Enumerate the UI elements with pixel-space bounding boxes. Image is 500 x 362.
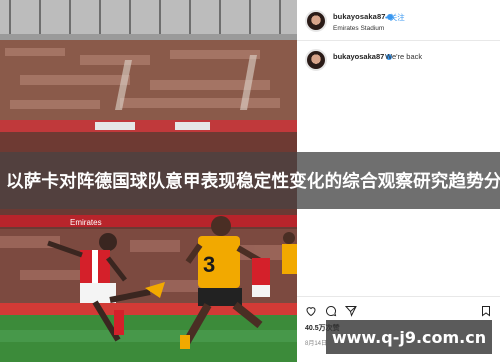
caption-avatar[interactable] (305, 49, 327, 71)
username-text[interactable]: bukayosaka87 (333, 12, 385, 21)
banner-title: 以萨卡对阵德国球队意甲表现稳定性变化的综合观察研究趋势分析 (6, 172, 500, 192)
ad-board-text: Emirates (70, 218, 102, 227)
post-date: 8月14日 (305, 341, 328, 347)
caption-username[interactable]: bukayosaka87 (333, 52, 393, 61)
post-location[interactable]: Emirates Stadium (333, 25, 384, 32)
share-icon[interactable] (345, 305, 357, 317)
watermark-text: www.q-j9.com.cn (331, 327, 487, 347)
jersey-number: 3 (203, 252, 215, 277)
heart-icon[interactable] (305, 305, 317, 317)
caption-text: We're back (385, 52, 423, 61)
caption-username-text[interactable]: bukayosaka87 (333, 52, 384, 61)
avatar[interactable] (305, 10, 327, 32)
divider (297, 296, 500, 297)
comment-icon[interactable] (325, 305, 337, 317)
bookmark-icon[interactable] (480, 305, 492, 317)
post-header: bukayosaka87 • 关注 Emirates Stadium (297, 0, 500, 41)
title-banner: 以萨卡对阵德国球队意甲表现稳定性变化的综合观察研究趋势分析 (0, 152, 500, 209)
follow-button[interactable]: • 关注 (385, 12, 405, 23)
watermark: www.q-j9.com.cn (326, 320, 492, 354)
action-bar (297, 300, 500, 320)
